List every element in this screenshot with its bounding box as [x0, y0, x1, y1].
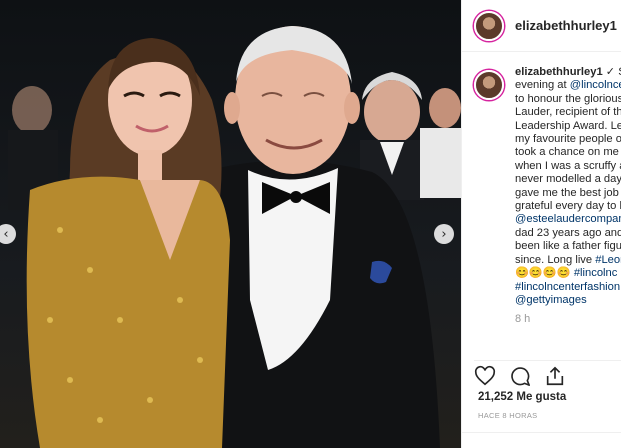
- avatar[interactable]: [474, 10, 504, 41]
- caption-line: #lincolncenterfashion: [515, 281, 621, 294]
- heart-icon[interactable]: [474, 365, 496, 387]
- caption-line: Lauder, recipient of the: [515, 106, 621, 119]
- header-username[interactable]: elizabethhurley1: [515, 18, 617, 33]
- likes-count[interactable]: 21,252 Me gusta: [478, 391, 566, 403]
- caption-line: when I was a scruffy a: [515, 160, 621, 173]
- caption-fragment: never modelled a day: [515, 173, 621, 186]
- caption-line: never modelled a day: [515, 173, 621, 186]
- caption-fragment: grateful every day to l: [515, 200, 621, 213]
- caption-time-ago[interactable]: 8 h: [515, 313, 621, 326]
- caption-line: took a chance on me w: [515, 146, 621, 159]
- caption-fragment: Leadership Award. Leo: [515, 119, 621, 132]
- caption-line: @esteelaudercompan: [515, 213, 621, 226]
- caption-line: gave me the best job: [515, 187, 621, 200]
- caption-link[interactable]: @lincolnce: [570, 79, 621, 91]
- caption-line: been like a father figu: [515, 240, 621, 253]
- post-header: elizabethhurley1 ✓ •: [462, 0, 621, 52]
- caption-link[interactable]: #Leon: [595, 254, 621, 266]
- caption-text: elizabethhurley1 ✓ Spevening at @lincoln…: [515, 66, 621, 327]
- caption-avatar[interactable]: [474, 70, 504, 100]
- caption-link[interactable]: @gettyimages: [515, 294, 587, 306]
- caption-fragment: when I was a scruffy a: [515, 159, 621, 172]
- caption-line: dad 23 years ago and: [515, 227, 621, 240]
- caption-username[interactable]: elizabethhurley1: [515, 66, 603, 78]
- caption-line: @gettyimages: [515, 294, 621, 307]
- posted-timestamp[interactable]: HACE 8 HORAS: [478, 411, 537, 420]
- caption-line: my favourite people o: [515, 133, 621, 146]
- caption-line: grateful every day to l: [515, 200, 621, 213]
- smile-emoji-icon: 😊😊😊😊: [515, 267, 574, 280]
- caption-line: since. Long live #Leon: [515, 254, 621, 267]
- caption-link[interactable]: #lincolncenterfashion: [515, 281, 620, 293]
- caption-fragment: dad 23 years ago and: [515, 226, 621, 239]
- caption-line: Leadership Award. Leo: [515, 120, 621, 133]
- caption-comment: elizabethhurley1 ✓ Spevening at @lincoln…: [474, 66, 621, 327]
- caption-link[interactable]: @esteelaudercompan: [515, 213, 621, 225]
- caption-line: 😊😊😊😊 #lincolnc: [515, 267, 621, 280]
- caption-fragment: since. Long live: [515, 253, 596, 266]
- caption-line: evening at @lincolnce: [515, 79, 621, 92]
- caption-line: to honour the glorious: [515, 93, 621, 106]
- caption-fragment: took a chance on me w: [515, 146, 621, 159]
- action-bar: [474, 360, 621, 386]
- caption-fragment: my favourite people o: [515, 133, 621, 146]
- photo-illustration: [8, 26, 461, 448]
- caption-fragment: evening at: [515, 79, 570, 92]
- post-photo[interactable]: ‹ ›: [0, 0, 461, 448]
- caption-fragment: Lauder, recipient of the: [515, 106, 621, 119]
- add-comment-area[interactable]: [462, 432, 621, 448]
- caption-fragment: ✓ Sp: [605, 66, 621, 78]
- post-side-panel: elizabethhurley1 ✓ • elizabethhurley1 ✓ …: [461, 0, 621, 448]
- caption-line: elizabethhurley1 ✓ Sp: [515, 66, 621, 79]
- caption-fragment: gave me the best job: [515, 186, 619, 199]
- caption-fragment: been like a father figu: [515, 240, 621, 253]
- carousel-next-button[interactable]: ›: [434, 224, 454, 244]
- share-icon[interactable]: [544, 365, 566, 387]
- caption-link[interactable]: #lincolnc: [574, 267, 618, 279]
- comment-icon[interactable]: [509, 365, 531, 387]
- caption-fragment: to honour the glorious: [515, 92, 621, 105]
